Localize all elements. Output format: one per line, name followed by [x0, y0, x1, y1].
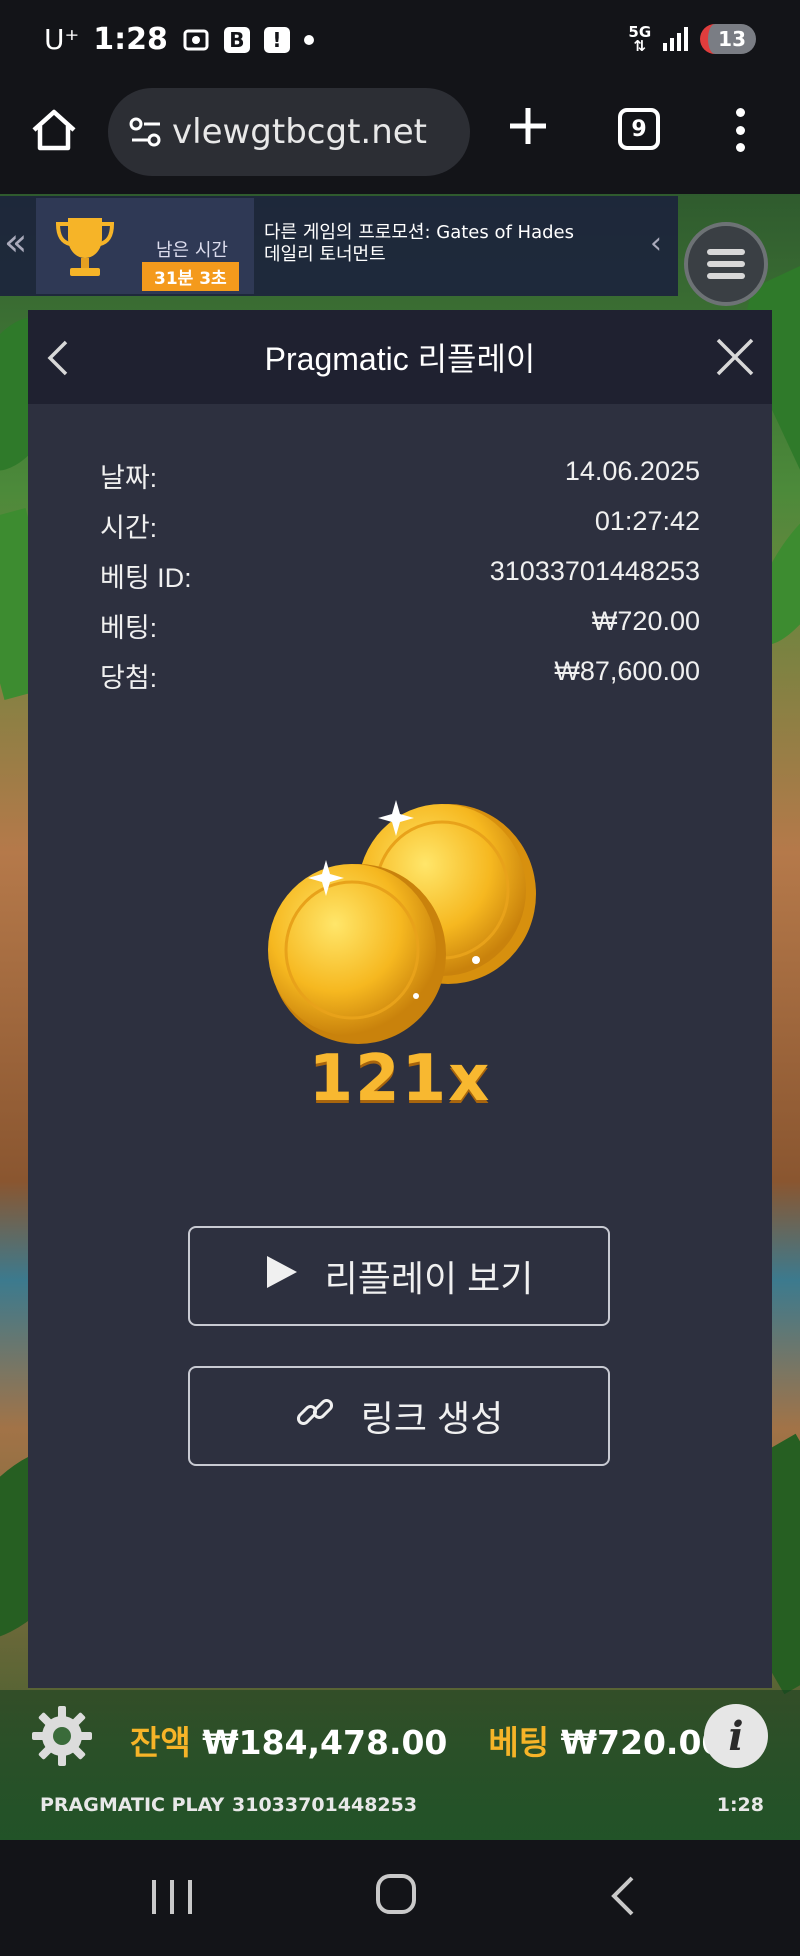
- replay-dialog: Pragmatic 리플레이 날짜: 14.06.2025 시간: 01:27:42…: [28, 310, 772, 1688]
- tournament-timer: 남은 시간 31분 3초: [36, 198, 254, 294]
- address-bar[interactable]: vlewgtbcgt.net: [108, 88, 470, 176]
- balance-display: 잔액 ₩184,478.00 베팅 ₩720.00: [130, 1716, 724, 1764]
- back-arrow-icon[interactable]: [44, 340, 74, 376]
- watch-replay-button[interactable]: 리플레이 보기: [188, 1226, 610, 1326]
- close-icon[interactable]: [714, 336, 756, 378]
- carrier-label: U⁺: [44, 23, 80, 56]
- promo-prev-icon[interactable]: «: [4, 220, 30, 264]
- promo-line-1: 다른 게임의 프로모션: Gates of Hades: [264, 222, 574, 243]
- hamburger-menu-icon[interactable]: [684, 222, 768, 306]
- recent-apps-icon[interactable]: [152, 1880, 192, 1916]
- play-icon: [265, 1254, 299, 1299]
- network-icon: 5G ⇅: [628, 23, 652, 55]
- watch-replay-label: 리플레이 보기: [324, 1258, 534, 1299]
- detail-row-time: 시간: 01:27:42: [100, 506, 700, 543]
- promo-text: 다른 게임의 프로모션: Gates of Hades 데일리 토너먼트: [264, 222, 574, 266]
- url-text[interactable]: vlewgtbcgt.net: [172, 112, 470, 152]
- detail-row-bet-id: 베팅 ID: 31033701448253: [100, 556, 700, 593]
- status-bar: U⁺ 1:28 B ! 5G ⇅ 13: [0, 0, 800, 84]
- back-icon[interactable]: [606, 1876, 640, 1916]
- game-status-bar: 잔액 ₩184,478.00 베팅 ₩720.00 i PRAGMATIC PL…: [0, 1690, 800, 1840]
- provider-brand: PRAGMATIC PLAY: [40, 1794, 225, 1816]
- status-time: 1:28: [93, 22, 168, 57]
- screenshot-icon: [182, 26, 210, 54]
- balance-label: 잔액: [130, 1723, 191, 1762]
- trophy-icon: [50, 212, 120, 282]
- signal-icon: [663, 27, 689, 51]
- promo-line-2: 데일리 토너먼트: [264, 244, 386, 265]
- link-icon: [295, 1392, 335, 1441]
- info-icon[interactable]: i: [704, 1704, 768, 1768]
- dialog-title: Pragmatic 리플레이: [264, 341, 536, 377]
- site-settings-icon[interactable]: [126, 112, 166, 152]
- system-navigation-bar: [0, 1840, 800, 1956]
- home-button-icon[interactable]: [376, 1874, 416, 1914]
- b-app-icon: B: [223, 26, 250, 53]
- alert-icon: !: [263, 26, 290, 53]
- create-link-button[interactable]: 링크 생성: [188, 1366, 610, 1466]
- tab-switcher-button[interactable]: 9: [618, 108, 660, 150]
- browser-toolbar: vlewgtbcgt.net 9: [0, 84, 800, 194]
- tab-count: 9: [631, 116, 647, 142]
- detail-row-bet: 베팅: ₩720.00: [100, 606, 700, 643]
- new-tab-icon[interactable]: [504, 102, 552, 150]
- bet-label: 베팅: [488, 1723, 550, 1762]
- detail-row-win: 당첨: ₩87,600.00: [100, 656, 700, 693]
- gold-coins-icon: [266, 790, 546, 1060]
- bet-details: 날짜: 14.06.2025 시간: 01:27:42 베팅 ID: 31033701…: [100, 456, 700, 706]
- promo-banner[interactable]: « 남은 시간 31분 3초 다른 게임의 프로모션: Gates of Had…: [0, 196, 678, 296]
- remaining-time-badge: 31분 3초: [142, 262, 239, 291]
- balance-value: ₩184,478.00: [202, 1723, 448, 1762]
- battery-badge: 13: [700, 24, 756, 54]
- dialog-header: Pragmatic 리플레이: [28, 310, 772, 404]
- footer-bet-id: 31033701448253: [232, 1794, 418, 1816]
- promo-next-icon[interactable]: ‹: [650, 226, 662, 261]
- detail-row-date: 날짜: 14.06.2025: [100, 456, 700, 493]
- win-multiplier: 121x: [308, 1042, 492, 1116]
- gear-icon[interactable]: [30, 1704, 94, 1768]
- footer-clock: 1:28: [716, 1794, 764, 1816]
- more-notifications-dot: [303, 34, 314, 45]
- more-menu-icon[interactable]: [730, 108, 750, 152]
- home-icon[interactable]: [28, 104, 80, 156]
- remaining-time-label: 남은 시간: [156, 240, 228, 261]
- bet-value: ₩720.00: [560, 1723, 725, 1762]
- create-link-label: 링크 생성: [360, 1398, 504, 1439]
